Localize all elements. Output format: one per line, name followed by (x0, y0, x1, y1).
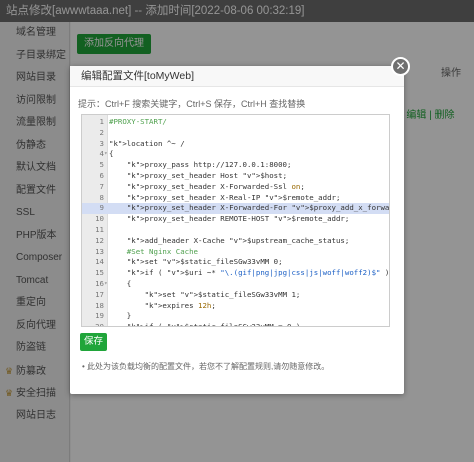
line-number: 1 (99, 117, 104, 126)
line-number: 20 (95, 322, 104, 327)
line-number: 3 (99, 138, 104, 148)
dialog-title: 编辑配置文件[toMyWeb] (70, 66, 404, 87)
code-line: 8 "k">proxy_set_header X-Real-IP "v">$re… (82, 192, 389, 204)
line-number: 17 (95, 289, 104, 299)
code-text: "k">proxy_set_header REMOTE-HOST "v">$re… (126, 214, 350, 224)
code-line: 3 "k">location ^~ / (82, 138, 389, 150)
line-number: 7 (99, 181, 104, 191)
code-text: #PROXY-START/ (109, 117, 167, 126)
line-number: 19 (95, 311, 104, 321)
code-line: 7 "k">proxy_set_header X-Forwarded-Ssl o… (82, 181, 389, 193)
code-text: } (109, 311, 132, 321)
line-number: 6 (99, 171, 104, 180)
config-note-text: 此处为该负载均衡的配置文件，若您不了解配置规则,请勿随意修改。 (87, 362, 330, 371)
shortcut-tip: 提示：Ctrl+F 搜索关键字，Ctrl+S 保存，Ctrl+H 查找替换 (78, 99, 306, 109)
edit-config-dialog: 编辑配置文件[toMyWeb] ✕ 提示：Ctrl+F 搜索关键字，Ctrl+S… (70, 57, 410, 394)
fold-toggle-icon[interactable]: ▾ (104, 279, 108, 290)
code-text: "k">proxy_pass http://127.0.0.1:8000; (126, 160, 292, 170)
line-number: 12 (95, 235, 104, 245)
line-number: 14 (95, 257, 104, 267)
code-text: { (109, 149, 114, 159)
line-number: 15 (95, 268, 104, 278)
line-number: 10 (95, 214, 104, 224)
config-note: • 此处为该负载均衡的配置文件，若您不了解配置规则,请勿随意修改。 (82, 362, 330, 371)
save-button[interactable]: 保存 (80, 333, 107, 351)
code-text: "k">proxy_set_header X-Real-IP "v">$remo… (126, 192, 341, 202)
code-text: "k">if ( "v">$static_fileSGw33vMM = 0 ) (126, 322, 301, 327)
code-text: #Set Nginx Cache (109, 246, 198, 256)
code-line: 10 "k">proxy_set_header REMOTE-HOST "v">… (82, 214, 389, 225)
code-text: "k">add_header X-Cache "v">$upstream_cac… (126, 235, 350, 245)
code-text: "k">set "v">$static_fileSGw33vMM 0; (126, 257, 283, 267)
line-number: 18 (95, 300, 104, 310)
code-editor[interactable]: 1 #PROXY-START/2 3 "k">location ^~ /4 ▾{5 "k… (81, 114, 390, 327)
code-text: "k">proxy_set_header X-Forwarded-For "v"… (126, 203, 390, 213)
line-number: 16 (95, 279, 104, 288)
code-text: "k">set "v">$static_fileSGw33vMM 1; (144, 289, 301, 299)
code-line: 1 #PROXY-START/ (82, 117, 389, 128)
line-number: 11 (95, 225, 104, 234)
code-line: 2 (82, 127, 389, 139)
code-text: { (109, 279, 132, 288)
code-line: 11 (82, 225, 389, 236)
line-number: 8 (99, 192, 104, 202)
line-number: 13 (95, 246, 104, 256)
code-text: "k">expires 12h; (144, 300, 216, 310)
code-line: 4 ▾{ (82, 149, 389, 160)
line-number: 5 (99, 160, 104, 170)
code-line: 19 } (82, 311, 389, 322)
code-text: "k">if ( "v">$uri ~* "\.(gif|png|jpg|css… (126, 268, 390, 278)
code-line: 5 "k">proxy_pass http://127.0.0.1:8000; (82, 160, 389, 171)
line-number: 2 (99, 127, 104, 137)
code-line: 6 "k">proxy_set_header Host "v">$host; (82, 171, 389, 182)
code-line: 20 "k">if ( "v">$static_fileSGw33vMM = 0… (82, 322, 389, 327)
code-line: 13 #Set Nginx Cache (82, 246, 389, 258)
code-line: 9 "k">proxy_set_header X-Forwarded-For "… (82, 203, 390, 215)
fold-toggle-icon[interactable]: ▾ (104, 149, 108, 160)
code-line: 14 "k">set "v">$static_fileSGw33vMM 0; (82, 257, 389, 268)
line-number: 4 (99, 149, 104, 159)
code-line: 12 "k">add_header X-Cache "v">$upstream_… (82, 235, 389, 247)
code-line: 17 "k">set "v">$static_fileSGw33vMM 1; (82, 289, 389, 301)
code-text: "k">proxy_set_header Host "v">$host; (126, 171, 288, 180)
code-line: 15 "k">if ( "v">$uri ~* "\.(gif|png|jpg|… (82, 268, 390, 279)
close-icon[interactable]: ✕ (391, 57, 410, 76)
code-line: 16 ▾ { (82, 279, 389, 290)
code-text: "k">proxy_set_header X-Forwarded-Ssl on; (126, 181, 305, 191)
line-number: 9 (99, 203, 104, 213)
code-text: "k">location ^~ / (109, 138, 185, 148)
code-line: 18 "k">expires 12h; (82, 300, 389, 312)
